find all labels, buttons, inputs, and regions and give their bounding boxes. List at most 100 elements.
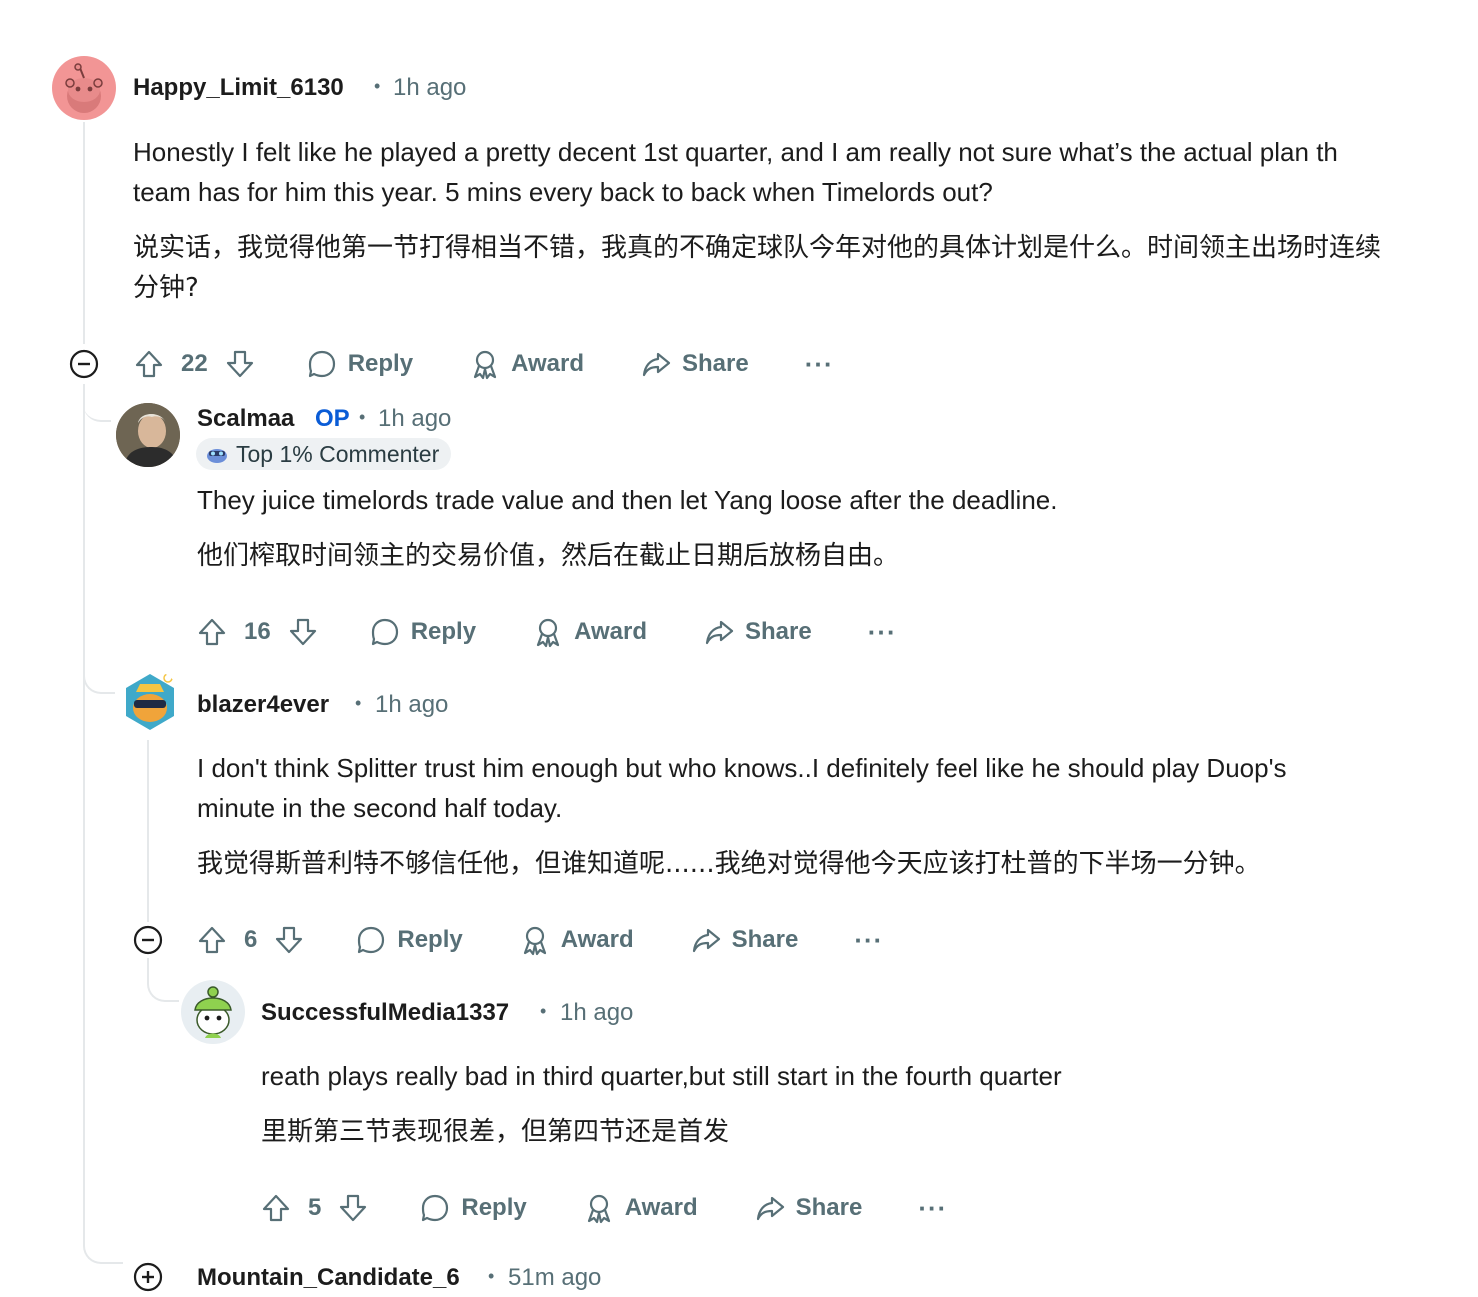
user-photo-avatar-icon	[116, 403, 180, 467]
comment-translation-line: 我觉得斯普利特不够信任他，但谁知道呢......我绝对觉得他今天应该打杜普的下半…	[197, 849, 1261, 879]
expand-plus-icon	[133, 1262, 163, 1292]
thread-branch-scalmaa	[83, 384, 111, 422]
share-label: Share	[795, 1194, 863, 1221]
expand-thread-button[interactable]	[133, 1262, 163, 1292]
share-button[interactable]: Share	[690, 924, 798, 956]
avatar[interactable]	[118, 670, 182, 734]
badge-label: Top 1% Commenter	[236, 440, 440, 467]
comment-text-line: team has for him this year. 5 mins every…	[133, 177, 993, 207]
comment-separator: •	[355, 693, 362, 713]
share-button[interactable]: Share	[754, 1192, 863, 1224]
reply-button[interactable]: Reply	[355, 924, 463, 956]
comment-timestamp[interactable]: 1h ago	[378, 405, 451, 433]
snoo-avatar-icon	[194, 986, 232, 1038]
award-icon	[523, 926, 546, 956]
award-button[interactable]: Award	[469, 348, 584, 380]
vote-score: 16	[244, 618, 271, 645]
comment-text-line: reath plays really bad in third quarter,…	[261, 1061, 1062, 1091]
share-arrow-icon	[705, 620, 734, 645]
thread-line-blazer	[147, 740, 149, 922]
snoo-avatar-icon	[65, 63, 103, 113]
share-label: Share	[681, 350, 749, 377]
comment-separator: •	[540, 1001, 547, 1021]
vote-score: 5	[308, 1194, 322, 1221]
reply-label: Reply	[397, 926, 463, 953]
comment-text-line: I don't think Splitter trust him enough …	[197, 753, 1287, 783]
share-arrow-icon	[642, 352, 671, 377]
comment-author[interactable]: Mountain_Candidate_6	[197, 1264, 460, 1292]
downvote-icon[interactable]	[222, 346, 258, 382]
collapse-minus-icon	[69, 349, 99, 379]
comment-translation-line: 里斯第三节表现很差，但第四节还是首发	[261, 1117, 730, 1147]
comment-text-line: minute in the second half today.	[197, 793, 563, 823]
comment-timestamp[interactable]: 1h ago	[560, 999, 633, 1027]
reply-button[interactable]: Reply	[419, 1192, 527, 1224]
comment-translation-line: 分钟?	[133, 273, 199, 303]
more-options-button[interactable]: ···	[854, 925, 883, 956]
comment-timestamp[interactable]: 51m ago	[508, 1264, 601, 1292]
comment-author[interactable]: blazer4ever	[197, 691, 329, 719]
reply-label: Reply	[410, 618, 477, 645]
share-button[interactable]: Share	[703, 616, 812, 648]
reply-button[interactable]: Reply	[306, 348, 413, 380]
share-label: Share	[744, 618, 812, 645]
award-button[interactable]: Award	[532, 616, 647, 648]
comment-action-bar: 22 Reply Award Share ···	[131, 342, 834, 386]
more-options-button[interactable]: ···	[868, 617, 897, 648]
upvote-icon[interactable]	[258, 1190, 294, 1226]
collapse-thread-button[interactable]	[69, 349, 99, 379]
reply-label: Reply	[347, 350, 414, 377]
commenter-badge-icon	[207, 449, 227, 463]
downvote-icon[interactable]	[271, 922, 307, 958]
comment-bubble-icon	[308, 350, 335, 378]
reply-label: Reply	[461, 1194, 527, 1221]
more-options-button[interactable]: ···	[918, 1193, 947, 1224]
comment-translation-line: 说实话，我觉得他第一节打得相当不错，我真的不确定球队今年对他的具体计划是什么。时…	[133, 233, 1382, 263]
avatar[interactable]	[181, 980, 245, 1044]
comment-action-bar: 6 Reply Award Share ···	[194, 918, 883, 962]
award-label: Award	[574, 618, 647, 645]
comment-action-bar: 5 Reply Award Share ···	[258, 1186, 947, 1230]
share-button[interactable]: Share	[640, 348, 749, 380]
share-arrow-icon	[692, 928, 720, 953]
comment-translation-line: 他们榨取时间领主的交易价值，然后在截止日期后放杨自由。	[197, 541, 900, 571]
vote-score: 6	[244, 926, 258, 953]
share-arrow-icon	[756, 1196, 784, 1221]
snoo-avatar-icon	[126, 673, 174, 730]
avatar[interactable]	[116, 403, 180, 467]
award-label: Award	[560, 926, 634, 953]
comment-text-line: They juice timelords trade value and the…	[197, 485, 1058, 515]
collapse-minus-icon	[133, 925, 163, 955]
comment-timestamp[interactable]: 1h ago	[393, 74, 466, 102]
thread-branch-mountain	[83, 1230, 123, 1264]
thread-branch-blazer	[83, 640, 115, 694]
avatar[interactable]	[52, 56, 116, 120]
downvote-icon[interactable]	[285, 614, 321, 650]
collapse-thread-button[interactable]	[133, 925, 163, 955]
reply-button[interactable]: Reply	[369, 616, 476, 648]
award-label: Award	[624, 1194, 698, 1221]
more-options-button[interactable]: ···	[805, 349, 834, 380]
achievement-badge[interactable]: Top 1% Commenter	[196, 438, 452, 470]
upvote-icon[interactable]	[194, 922, 230, 958]
comment-bubble-icon	[371, 618, 398, 646]
upvote-icon[interactable]	[131, 346, 167, 382]
op-badge: OP	[315, 405, 350, 432]
comment-author[interactable]: Scalmaa	[197, 405, 294, 433]
comment-text-line: Honestly I felt like he played a pretty …	[133, 137, 1338, 167]
award-button[interactable]: Award	[583, 1192, 698, 1224]
comment-author[interactable]: Happy_Limit_6130	[133, 74, 344, 102]
thread-line-root-continued	[83, 384, 85, 1240]
thread-branch-successful	[147, 958, 179, 1002]
comment-separator: •	[374, 76, 381, 96]
upvote-icon[interactable]	[194, 614, 230, 650]
comment-bubble-icon	[422, 1194, 449, 1222]
downvote-icon[interactable]	[335, 1190, 371, 1226]
comment-timestamp[interactable]: 1h ago	[375, 691, 448, 719]
vote-score: 22	[181, 350, 208, 377]
comment-author[interactable]: SuccessfulMedia1337	[261, 999, 509, 1027]
comment-bubble-icon	[358, 926, 385, 954]
comment-separator: •	[359, 407, 366, 427]
award-button[interactable]: Award	[519, 924, 634, 956]
award-label: Award	[511, 350, 584, 377]
